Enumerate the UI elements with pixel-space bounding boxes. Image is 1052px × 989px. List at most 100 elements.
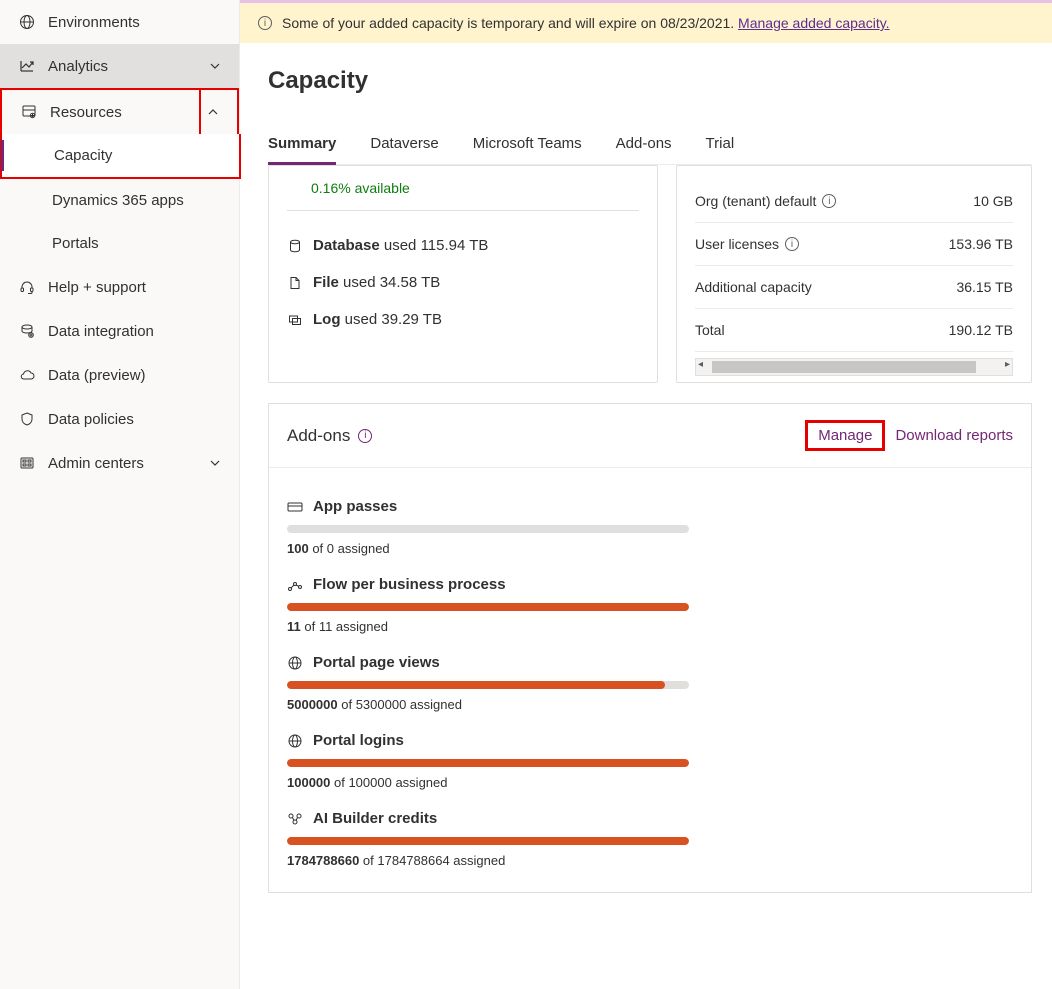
nav-label: Analytics [48,58,108,75]
info-banner: i Some of your added capacity is tempora… [240,0,1052,43]
admin-icon [18,454,36,472]
addon-icon [287,501,303,513]
sidebar-item-resources[interactable]: Resources [0,88,239,134]
source-row-additional: Additional capacity 36.15 TB [695,266,1013,309]
chevron-up-icon [207,106,219,118]
nav-label: Data (preview) [48,367,146,384]
addon-title: App passes [287,498,1013,515]
sidebar-item-help[interactable]: Help + support [0,265,239,309]
addon-title: Portal page views [287,654,1013,671]
nav-label: Environments [48,14,140,31]
addons-title: Add-ons i [287,426,372,446]
progress-bar [287,837,689,845]
addon-icon [287,812,303,826]
nav-label: Portals [52,235,99,252]
nav-label: Help + support [48,279,146,296]
info-icon[interactable]: i [358,429,372,443]
source-row-licenses: User licenses i 153.96 TB [695,223,1013,266]
addon-subtext: 100 of 0 assigned [287,541,1013,556]
sidebar-item-admincenters[interactable]: Admin centers [0,441,239,485]
nav-label: Data policies [48,411,134,428]
addon-item: AI Builder credits 1784788660 of 17847886… [287,810,1013,868]
tab-summary[interactable]: Summary [268,125,336,165]
sidebar-item-analytics[interactable]: Analytics [0,44,239,88]
shield-icon [18,410,36,428]
chevron-down-icon [209,60,221,72]
highlight-box-manage: Manage [805,420,885,451]
source-label: User licenses [695,236,779,252]
sources-card: Org (tenant) default i 10 GB User license… [676,165,1032,383]
source-row-total: Total 190.12 TB [695,309,1013,352]
progress-bar [287,681,689,689]
tabs: Summary Dataverse Microsoft Teams Add-on… [268,125,1032,165]
addons-header: Add-ons i Manage Download reports [269,404,1031,468]
usage-text: Log used 39.29 TB [313,311,442,328]
sidebar-item-capacity[interactable]: Capacity [0,134,241,179]
sidebar-item-environments[interactable]: Environments [0,0,239,44]
storage-card: 0.16% available Database used 115.94 TB … [268,165,658,383]
source-label: Additional capacity [695,279,812,295]
addon-title: Portal logins [287,732,1013,749]
database-icon [287,239,303,253]
banner-text: Some of your added capacity is temporary… [282,15,890,31]
nav-label: Data integration [48,323,154,340]
main-content: i Some of your added capacity is tempora… [240,0,1052,989]
globe-icon [18,13,36,31]
tab-teams[interactable]: Microsoft Teams [473,125,582,164]
cloud-icon [18,366,36,384]
sidebar-item-dynamics[interactable]: Dynamics 365 apps [0,179,239,222]
tab-dataverse[interactable]: Dataverse [370,125,438,164]
page-title: Capacity [268,67,1032,95]
source-value: 153.96 TB [949,236,1013,252]
sidebar-item-portals[interactable]: Portals [0,222,239,265]
source-label: Total [695,322,725,338]
addons-list: App passes 100 of 0 assigned Flow per busi… [269,468,1031,892]
nav-label: Dynamics 365 apps [52,192,184,209]
sidebar: Environments Analytics Resources Capacit… [0,0,240,989]
chevron-down-icon [209,457,221,469]
addon-icon [287,655,303,671]
nav-label: Admin centers [48,455,144,472]
nav-label: Capacity [54,147,112,164]
addon-subtext: 100000 of 100000 assigned [287,775,1013,790]
tab-addons[interactable]: Add-ons [616,125,672,164]
addon-title: AI Builder credits [287,810,1013,827]
usage-file: File used 34.58 TB [287,264,639,301]
addon-icon [287,733,303,749]
addon-item: Portal page views 5000000 of 5300000 assi… [287,654,1013,712]
horizontal-scrollbar[interactable] [695,358,1013,376]
log-icon [287,313,303,327]
progress-bar [287,525,689,533]
source-value: 36.15 TB [956,279,1013,295]
info-icon[interactable]: i [785,237,799,251]
download-reports-link[interactable]: Download reports [895,427,1013,444]
addon-title: Flow per business process [287,576,1013,593]
progress-bar [287,759,689,767]
source-value: 190.12 TB [949,322,1013,338]
tab-trial[interactable]: Trial [706,125,735,164]
sidebar-item-datapolicies[interactable]: Data policies [0,397,239,441]
usage-text: File used 34.58 TB [313,274,440,291]
sidebar-item-dataintegration[interactable]: Data integration [0,309,239,353]
addon-item: Portal logins 100000 of 100000 assigned [287,732,1013,790]
usage-database: Database used 115.94 TB [287,227,639,264]
chart-icon [18,57,36,75]
usage-log: Log used 39.29 TB [287,301,639,338]
addons-card: Add-ons i Manage Download reports App pa… [268,403,1032,893]
available-text: 0.16% available [287,180,639,211]
info-icon: i [258,16,272,30]
addon-subtext: 5000000 of 5300000 assigned [287,697,1013,712]
addon-subtext: 1784788660 of 1784788664 assigned [287,853,1013,868]
addon-item: Flow per business process 11 of 11 assign… [287,576,1013,634]
sidebar-item-datapreview[interactable]: Data (preview) [0,353,239,397]
info-icon[interactable]: i [822,194,836,208]
addon-subtext: 11 of 11 assigned [287,619,1013,634]
source-label: Org (tenant) default [695,193,816,209]
source-row-org: Org (tenant) default i 10 GB [695,180,1013,223]
manage-link[interactable]: Manage [818,427,872,444]
source-value: 10 GB [973,193,1013,209]
banner-link[interactable]: Manage added capacity. [738,15,890,31]
data-integration-icon [18,322,36,340]
progress-bar [287,603,689,611]
addon-icon [287,578,303,592]
